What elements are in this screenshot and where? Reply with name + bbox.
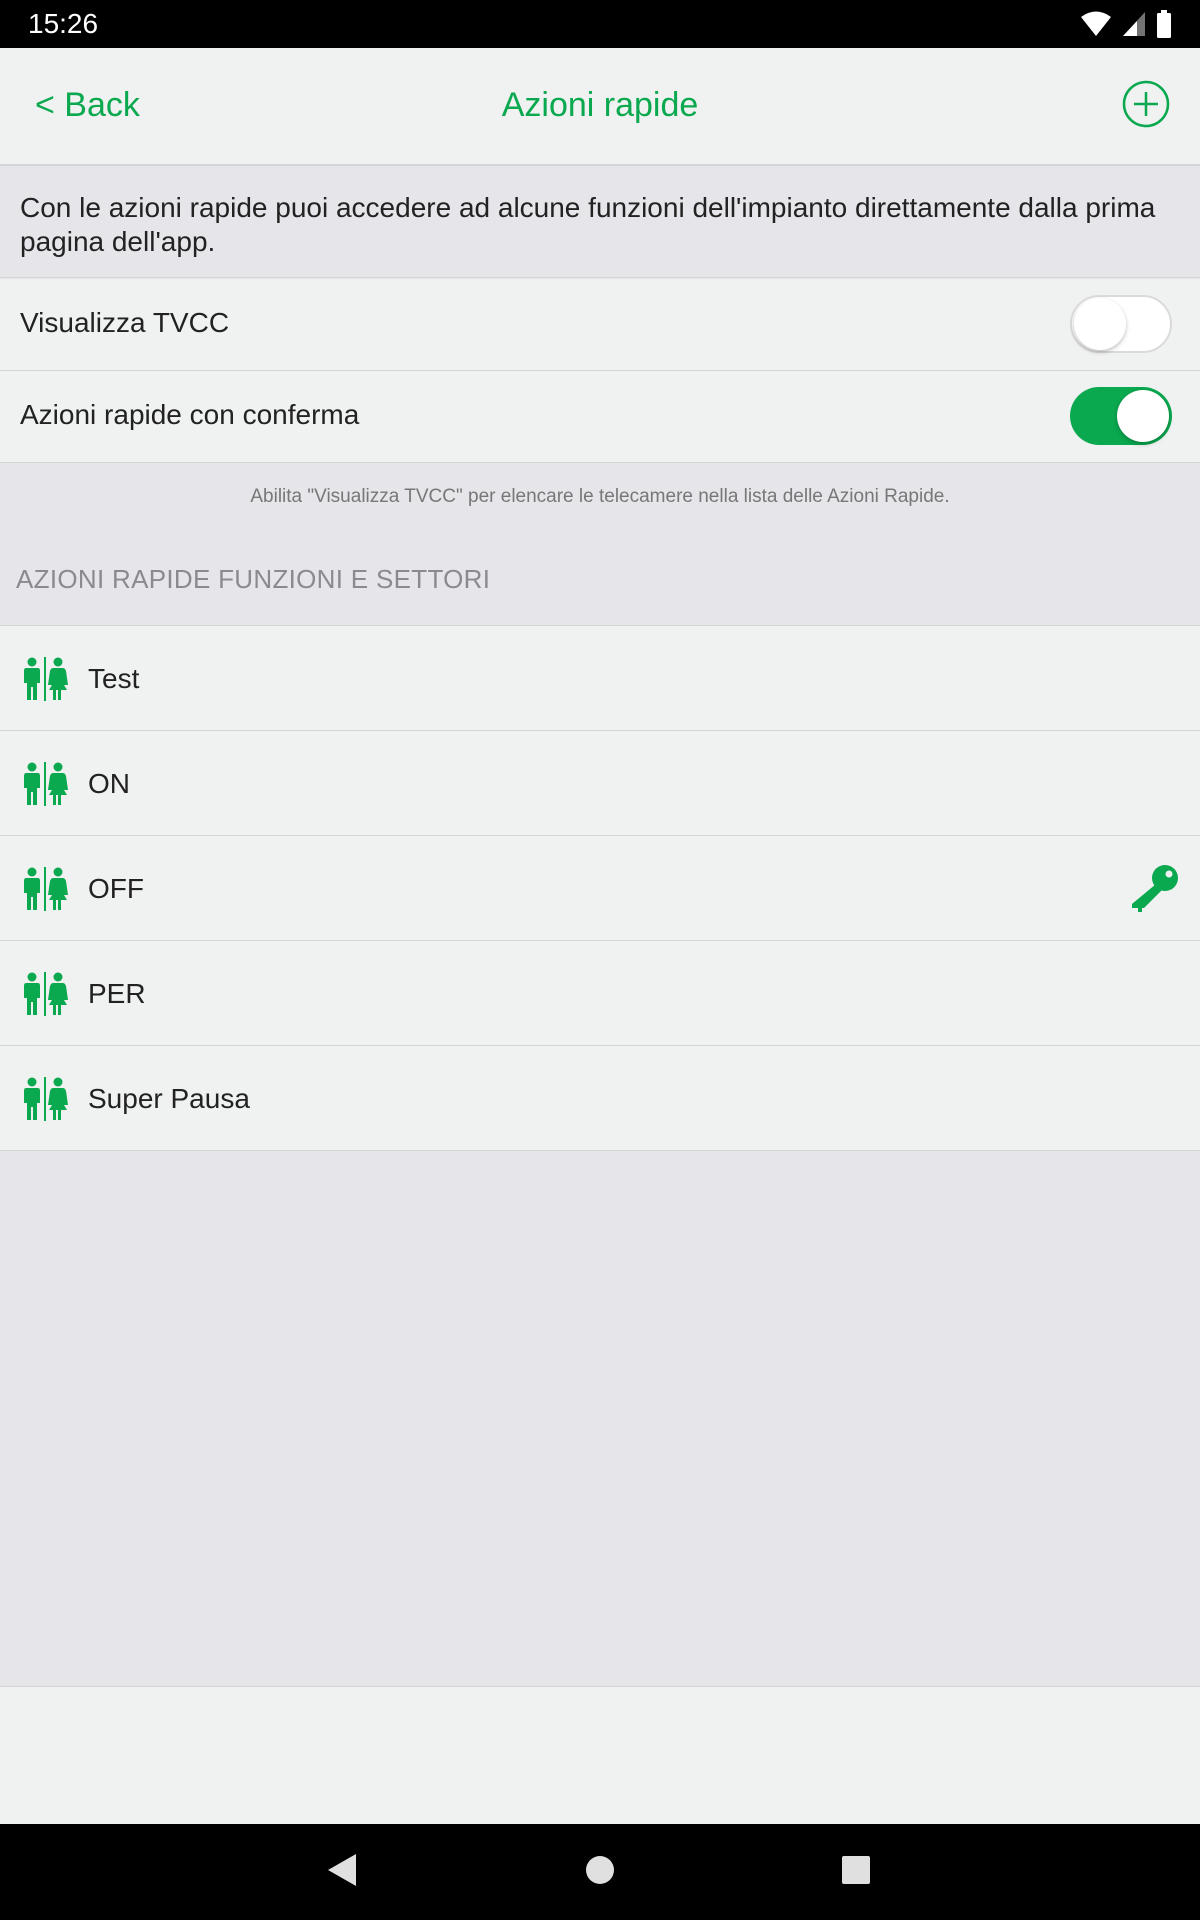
list-item-test[interactable]: Test: [0, 626, 1200, 731]
tvcc-toggle[interactable]: [1070, 295, 1172, 353]
key-icon: [1132, 865, 1178, 912]
battery-icon: [1157, 10, 1171, 38]
toggle-knob: [1074, 298, 1126, 350]
people-icon: [24, 657, 68, 701]
list-item-label: PER: [88, 978, 146, 1009]
list-item-label: OFF: [88, 873, 144, 904]
people-icon: [24, 1077, 68, 1121]
status-bar: 15:26: [0, 0, 1200, 48]
list-item-on[interactable]: ON: [0, 731, 1200, 836]
wifi-icon: [1081, 11, 1111, 36]
list-item-label: Super Pausa: [88, 1083, 250, 1114]
setting-label: Visualizza TVCC: [20, 307, 230, 338]
conferma-toggle[interactable]: [1070, 387, 1172, 445]
list-item-label: Test: [88, 663, 140, 694]
section-header: AZIONI RAPIDE FUNZIONI E SETTORI: [16, 564, 491, 594]
screen: 15:26 < Back Azioni rapide Con le azioni…: [0, 0, 1200, 1920]
list-item-per[interactable]: PER: [0, 941, 1200, 1046]
people-icon: [24, 867, 68, 911]
toggle-knob: [1117, 390, 1169, 442]
setting-visualizza-tvcc: Visualizza TVCC: [0, 279, 1200, 371]
back-triangle-icon[interactable]: [326, 1852, 358, 1888]
description-text: Con le azioni rapide puoi accedere ad al…: [0, 166, 1200, 278]
list-item-off[interactable]: OFF: [0, 836, 1200, 941]
signal-icon: [1123, 12, 1145, 36]
list-item-super-pausa[interactable]: Super Pausa: [0, 1046, 1200, 1151]
page-title: Azioni rapide: [501, 86, 699, 124]
recents-square-icon[interactable]: [840, 1852, 872, 1888]
setting-label: Azioni rapide con conferma: [20, 399, 360, 430]
quick-actions-list: Test ON OFF PER Super Pausa: [0, 625, 1200, 1151]
people-icon: [24, 972, 68, 1016]
bottom-panel: [0, 1686, 1200, 1824]
status-icons: [1080, 10, 1172, 38]
home-circle-icon[interactable]: [585, 1852, 615, 1888]
status-time: 15:26: [28, 8, 99, 39]
people-icon: [24, 762, 68, 806]
plus-circle-icon[interactable]: [1122, 80, 1170, 128]
nav-bar: < Back Azioni rapide: [0, 48, 1200, 166]
tvcc-hint: Abilita "Visualizza TVCC" per elencare l…: [250, 486, 950, 507]
setting-azioni-con-conferma: Azioni rapide con conferma: [0, 371, 1200, 463]
system-nav-bar: [0, 1824, 1200, 1920]
list-item-label: ON: [88, 768, 130, 799]
